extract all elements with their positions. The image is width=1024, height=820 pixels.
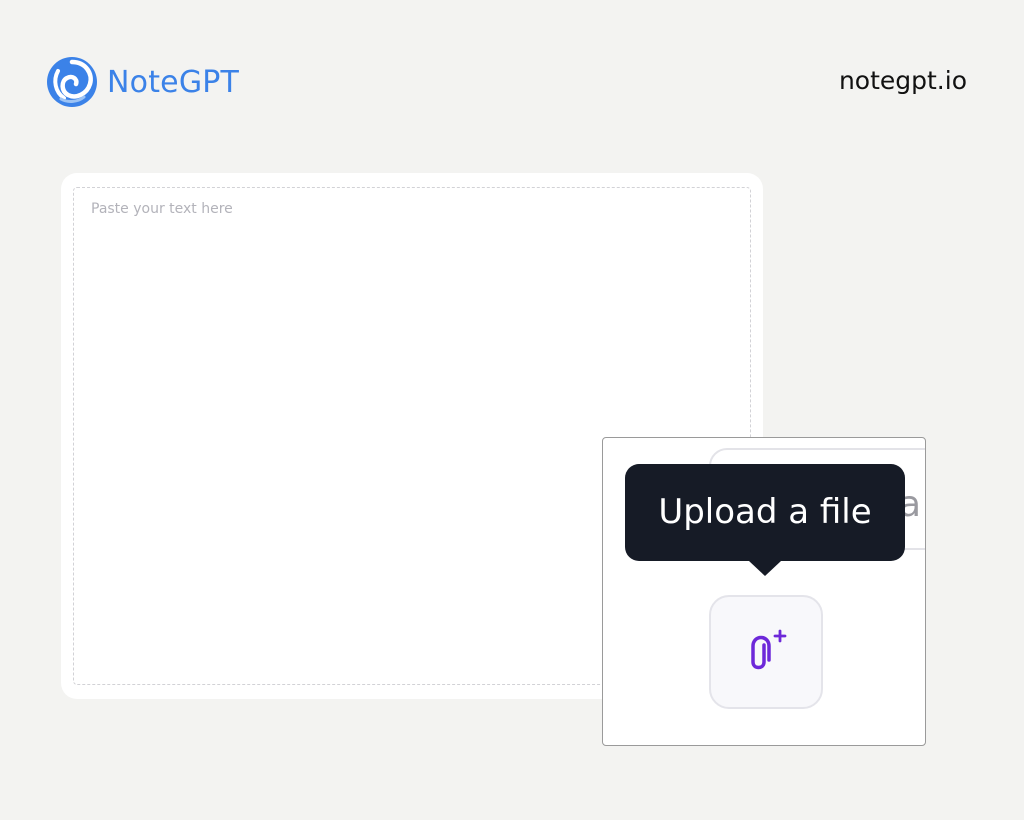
brand-name: NoteGPT	[107, 64, 240, 100]
zoomed-upload-panel: a Upload a file	[602, 437, 926, 746]
brand[interactable]: NoteGPT	[46, 56, 239, 108]
notegpt-logo-icon	[47, 57, 97, 107]
tooltip-arrow	[749, 561, 781, 576]
upload-tooltip: Upload a file	[625, 464, 905, 561]
upload-file-button[interactable]	[709, 595, 823, 709]
upload-tooltip-text: Upload a file	[658, 491, 872, 532]
paperclip-plus-icon	[751, 629, 787, 670]
site-url: notegpt.io	[838, 66, 967, 95]
